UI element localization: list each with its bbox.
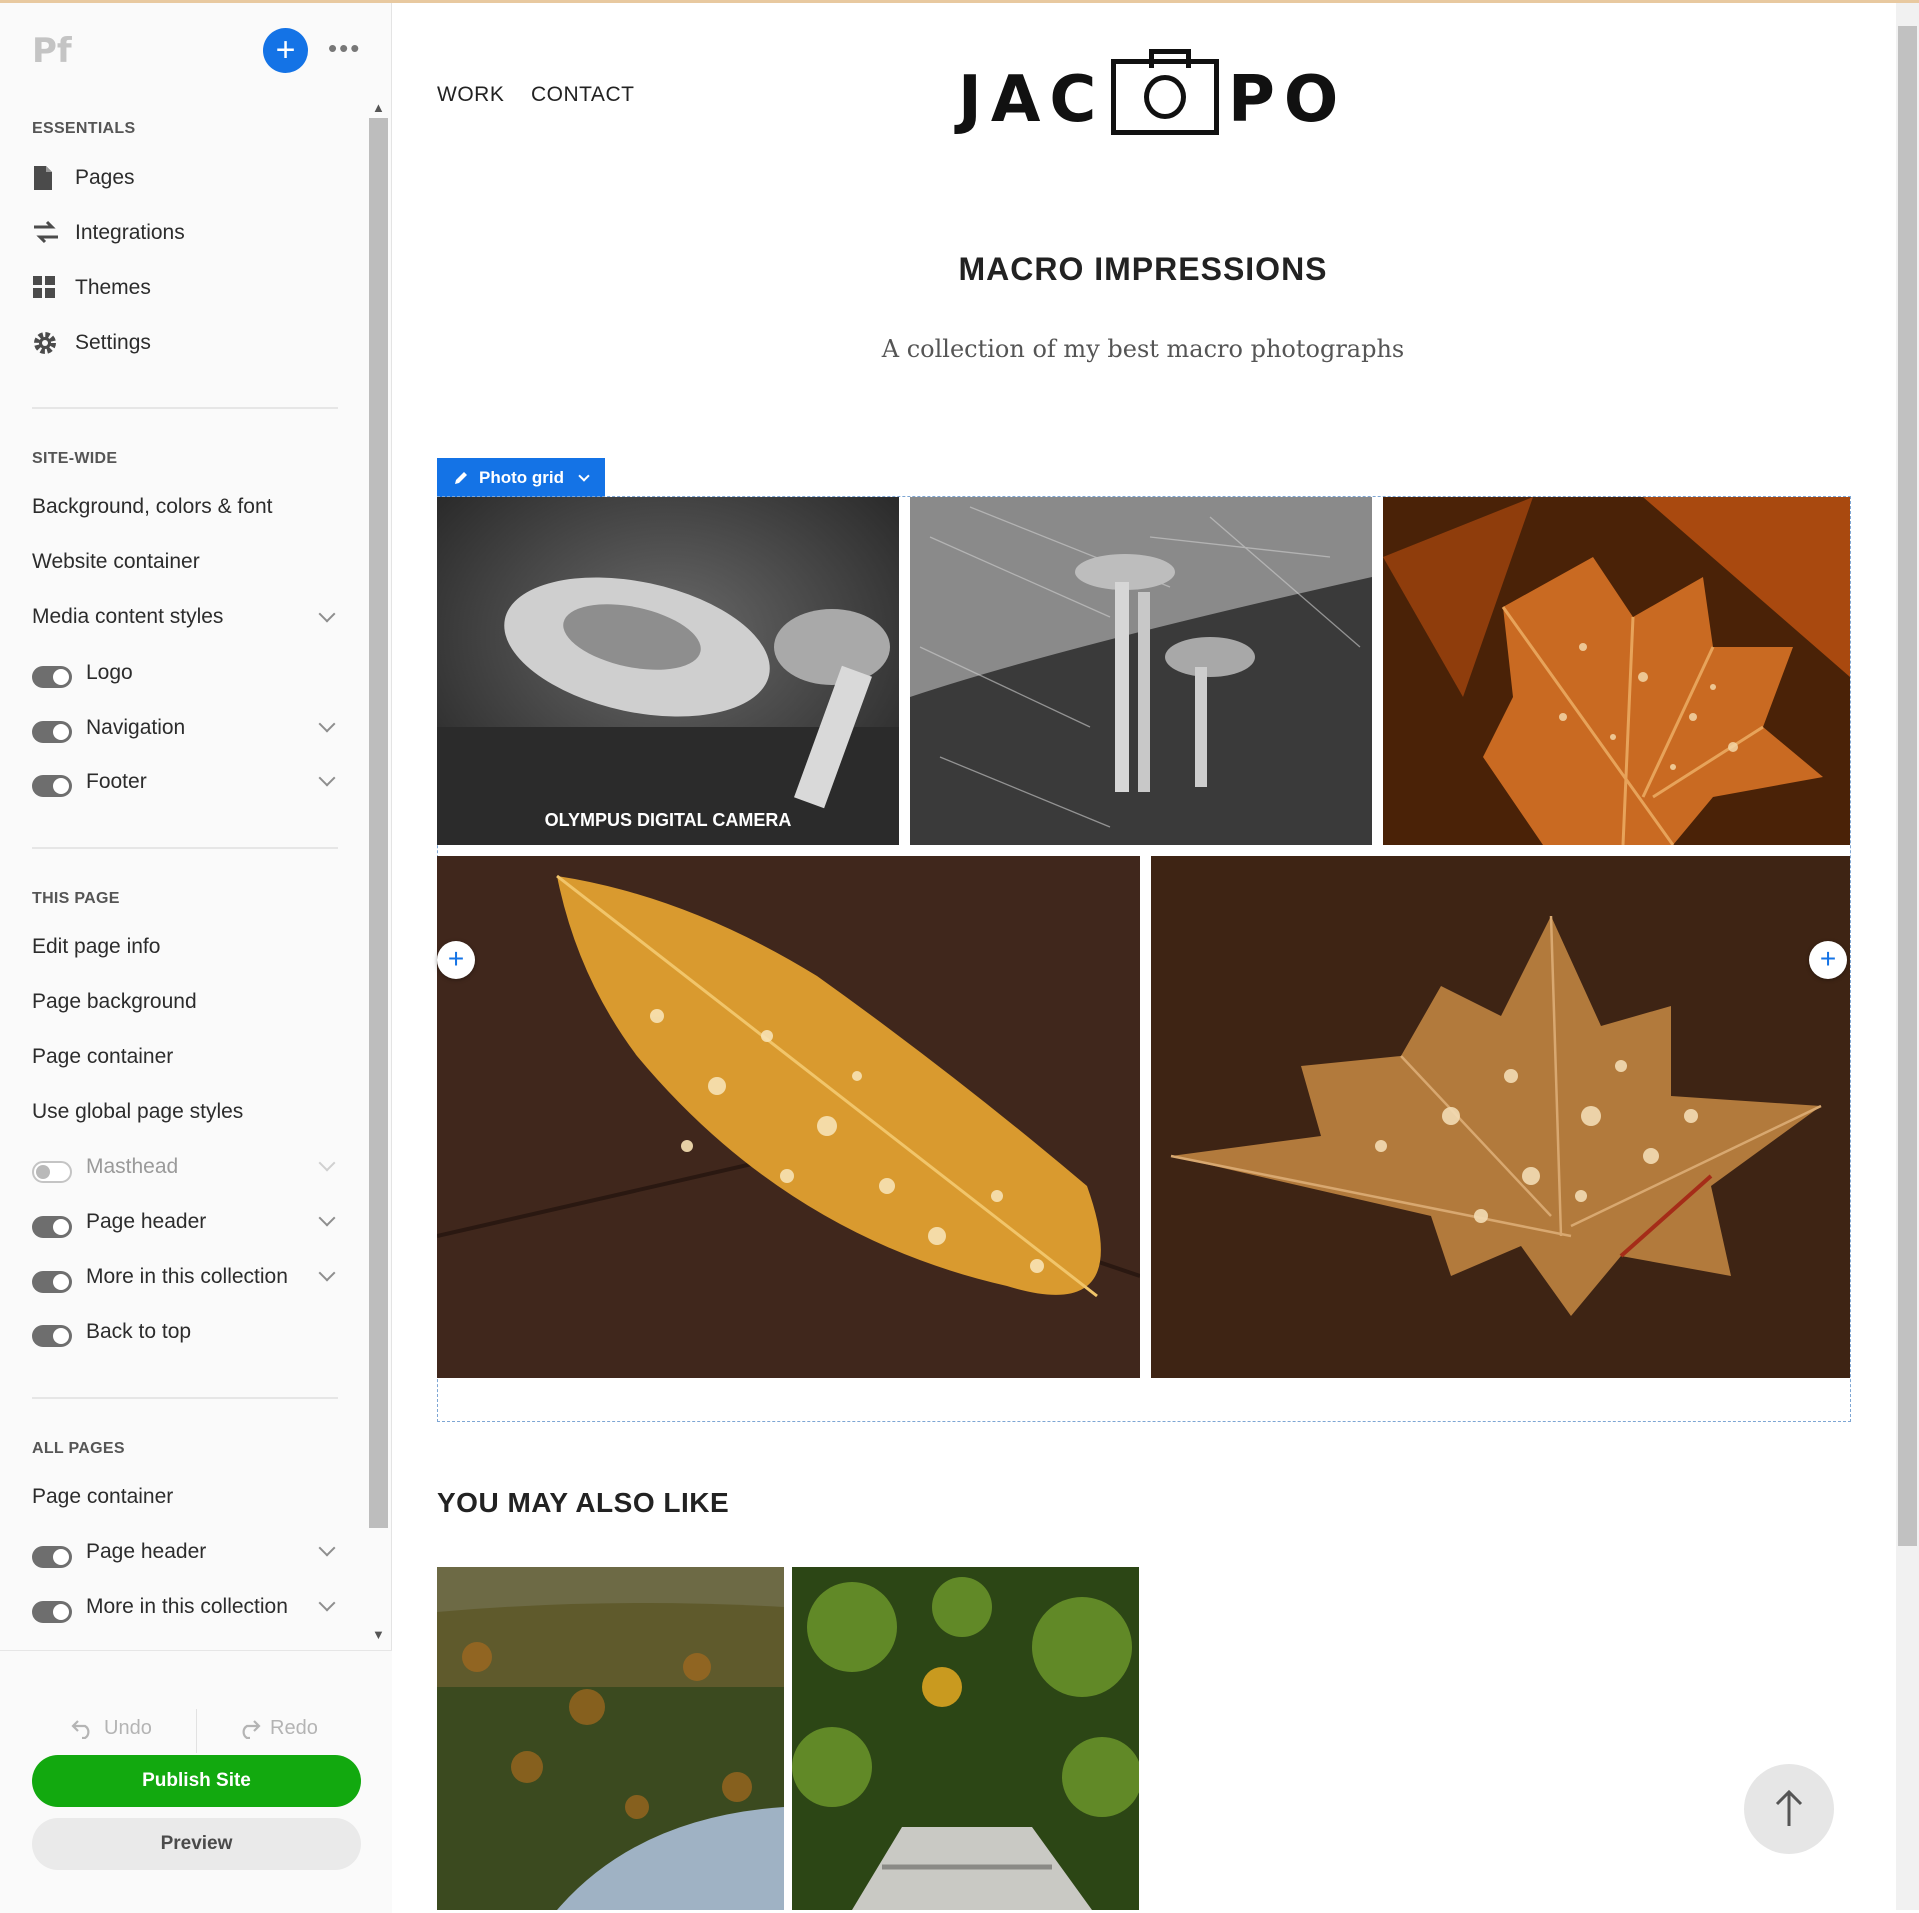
sidebar-footer: Undo Redo Publish Site Preview xyxy=(0,1650,392,1913)
sidebar-item-label: Integrations xyxy=(75,221,185,244)
photo-maple-leaf-1[interactable] xyxy=(1383,497,1850,845)
chevron-down-icon[interactable] xyxy=(318,1594,336,1612)
page-icon xyxy=(32,165,60,191)
themes-icon xyxy=(32,275,60,301)
main-scrollbar-thumb[interactable] xyxy=(1898,26,1917,1546)
photo-caption: OLYMPUS DIGITAL CAMERA xyxy=(544,810,792,830)
photo-grid-label: Photo grid xyxy=(479,468,564,487)
toggle-label-footer: Footer xyxy=(86,770,147,793)
sidebar-item-all-page-container[interactable]: Page container xyxy=(32,1485,173,1509)
scroll-down-icon[interactable]: ▼ xyxy=(372,1627,385,1642)
logo-text-left: JAC xyxy=(958,63,1106,137)
chevron-down-icon xyxy=(318,1154,336,1172)
undo-icon xyxy=(71,1719,90,1739)
undo-button[interactable]: Undo xyxy=(70,1717,152,1740)
toggle-label-all-more-in-collection: More in this collection xyxy=(86,1595,288,1618)
toggle-more-in-collection[interactable] xyxy=(32,1271,72,1293)
toggle-logo[interactable] xyxy=(32,666,72,688)
pencil-icon xyxy=(455,472,467,484)
sidebar-item-themes[interactable]: Themes xyxy=(32,275,151,301)
chevron-down-icon[interactable] xyxy=(318,1539,336,1557)
sidebar-scrollbar[interactable] xyxy=(369,118,388,1528)
camera-icon xyxy=(1111,49,1219,135)
publish-site-button[interactable]: Publish Site xyxy=(32,1755,361,1807)
redo-label: Redo xyxy=(270,1717,318,1739)
toggle-label-back-to-top: Back to top xyxy=(86,1320,192,1343)
gear-icon xyxy=(32,330,60,356)
redo-button[interactable]: Redo xyxy=(236,1717,318,1740)
section-heading-all-pages: ALL PAGES xyxy=(32,1440,125,1457)
sidebar-item-media-content-styles[interactable]: Media content styles xyxy=(32,605,223,629)
undo-redo-divider xyxy=(196,1709,197,1753)
chevron-down-icon[interactable] xyxy=(318,605,336,623)
chevron-down-icon[interactable] xyxy=(318,769,336,787)
sidebar-item-integrations[interactable]: Integrations xyxy=(32,220,185,246)
add-photo-left-button[interactable]: + xyxy=(437,941,475,979)
portfolio-logo: Pf xyxy=(32,31,72,71)
logo-text-right: PO xyxy=(1228,63,1348,137)
chevron-down-icon xyxy=(578,470,590,482)
sidebar-divider xyxy=(32,407,338,409)
page-title: MACRO IMPRESSIONS xyxy=(958,251,1328,287)
undo-label: Undo xyxy=(104,1717,152,1739)
integrations-icon xyxy=(32,220,60,246)
toggle-footer[interactable] xyxy=(32,775,72,797)
section-heading-sitewide: SITE-WIDE xyxy=(32,450,118,467)
toggle-masthead[interactable] xyxy=(32,1161,72,1183)
sidebar-item-use-global-page-styles[interactable]: Use global page styles xyxy=(32,1100,243,1124)
toggle-label-all-page-header: Page header xyxy=(86,1540,207,1563)
site-logo[interactable]: JAC PO xyxy=(958,47,1343,137)
toggle-page-header[interactable] xyxy=(32,1216,72,1238)
sidebar-item-page-container[interactable]: Page container xyxy=(32,1045,173,1069)
scroll-up-icon[interactable]: ▲ xyxy=(372,100,385,115)
toggle-label-navigation: Navigation xyxy=(86,716,186,739)
sidebar-item-label: Themes xyxy=(75,276,151,299)
toggle-back-to-top[interactable] xyxy=(32,1325,72,1347)
photo-yellow-leaf[interactable] xyxy=(437,856,1140,1378)
site-preview: WORK CONTACT JAC PO MACRO IMPRESSIONS A … xyxy=(393,3,1896,1910)
editor-sidebar: Pf + ••• ESSENTIALS Pages Integrations T… xyxy=(0,3,392,1913)
sidebar-item-edit-page-info[interactable]: Edit page info xyxy=(32,935,160,959)
sidebar-item-label: Pages xyxy=(75,166,135,189)
toggle-label-logo: Logo xyxy=(86,661,133,684)
sidebar-item-website-container[interactable]: Website container xyxy=(32,550,200,574)
sidebar-item-background-colors-font[interactable]: Background, colors & font xyxy=(32,495,272,519)
sidebar-divider xyxy=(32,847,338,849)
photo-mushroom-1[interactable]: OLYMPUS DIGITAL CAMERA xyxy=(437,497,899,845)
section-heading-essentials: ESSENTIALS xyxy=(32,120,136,137)
photo-mushroom-2[interactable] xyxy=(910,497,1372,845)
sidebar-divider xyxy=(32,1397,338,1399)
chevron-down-icon[interactable] xyxy=(318,1264,336,1282)
toggle-label-masthead: Masthead xyxy=(86,1155,179,1178)
nav-link-work[interactable]: WORK xyxy=(437,83,504,107)
section-heading-this-page: THIS PAGE xyxy=(32,890,120,907)
related-project-forest-stream[interactable] xyxy=(792,1567,1139,1910)
sidebar-scroll-area: ESSENTIALS Pages Integrations Themes Set… xyxy=(0,95,392,1650)
sidebar-item-settings[interactable]: Settings xyxy=(32,330,151,356)
sidebar-item-label: Settings xyxy=(75,331,151,354)
chevron-down-icon[interactable] xyxy=(318,1209,336,1227)
toggle-label-more-in-collection: More in this collection xyxy=(86,1265,288,1288)
chevron-down-icon[interactable] xyxy=(318,715,336,733)
sidebar-item-page-background[interactable]: Page background xyxy=(32,990,197,1014)
add-photo-right-button[interactable]: + xyxy=(1809,941,1847,979)
nav-link-contact[interactable]: CONTACT xyxy=(531,83,634,107)
related-project-lake[interactable] xyxy=(437,1567,784,1910)
photo-maple-leaf-2[interactable] xyxy=(1151,856,1850,1378)
page-subtitle: A collection of my best macro photograph… xyxy=(881,335,1405,363)
sidebar-header: Pf + ••• xyxy=(0,3,392,95)
you-may-also-like-heading: YOU MAY ALSO LIKE xyxy=(437,1487,730,1518)
toggle-navigation[interactable] xyxy=(32,721,72,743)
preview-button[interactable]: Preview xyxy=(32,1818,361,1870)
toggle-label-page-header: Page header xyxy=(86,1210,207,1233)
add-content-button[interactable]: + xyxy=(263,28,308,73)
more-options-icon[interactable]: ••• xyxy=(328,33,361,64)
photo-grid-tag[interactable]: Photo grid xyxy=(437,458,605,498)
back-to-top-button[interactable] xyxy=(1744,1764,1834,1854)
redo-icon xyxy=(242,1719,261,1739)
toggle-all-more-in-collection[interactable] xyxy=(32,1601,72,1623)
toggle-all-page-header[interactable] xyxy=(32,1546,72,1568)
arrow-up-icon xyxy=(1775,1789,1803,1826)
sidebar-item-pages[interactable]: Pages xyxy=(32,165,135,191)
